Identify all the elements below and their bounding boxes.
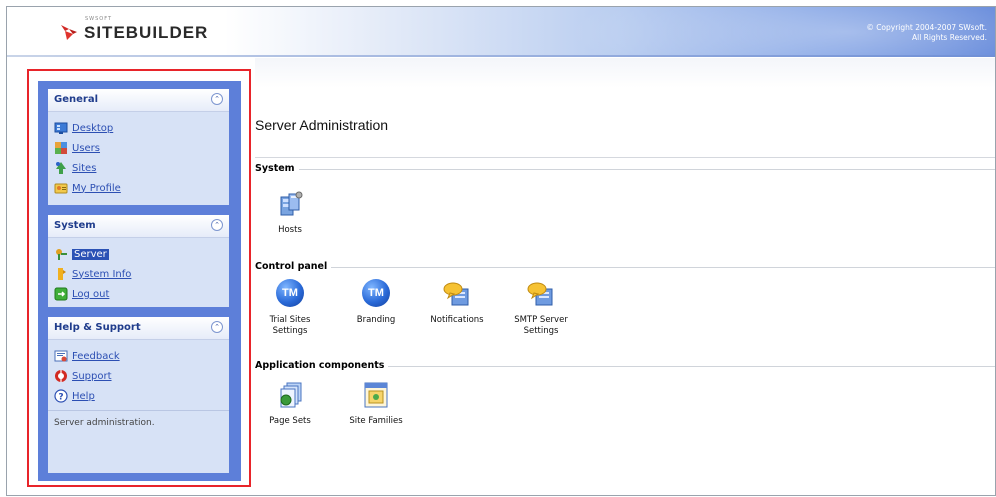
title-divider xyxy=(255,157,995,158)
tm-icon: TM xyxy=(361,279,391,309)
tile-label: Hosts xyxy=(278,225,302,235)
section-control-panel: Control panel TM Trial Sites Settings TM… xyxy=(255,261,995,336)
copyright: © Copyright 2004-2007 SWsoft. All Rights… xyxy=(866,23,987,43)
tile-hosts[interactable]: Hosts xyxy=(255,189,325,236)
site-families-icon xyxy=(361,380,391,410)
smtp-icon xyxy=(526,279,556,309)
tile-label: Site Families xyxy=(349,416,403,426)
logo-text: SITEBUILDER xyxy=(84,23,209,42)
tile-branding[interactable]: TM Branding xyxy=(341,279,411,326)
tile-label: Page Sets xyxy=(269,416,311,426)
sidebar-highlight-outline xyxy=(27,69,251,487)
app-window: SITEBUILDER SWSOFT © Copyright 2004-2007… xyxy=(6,6,996,496)
section-system: System Hosts xyxy=(255,163,995,235)
tm-icon: TM xyxy=(275,279,305,309)
logo-arrow-icon xyxy=(59,21,81,43)
logo-small-text: SWSOFT xyxy=(85,16,113,22)
tile-trial-sites-settings[interactable]: TM Trial Sites Settings xyxy=(255,279,325,337)
tile-label: Branding xyxy=(356,315,396,325)
tile-smtp-server-settings[interactable]: SMTP Server Settings xyxy=(506,279,576,337)
page-title: Server Administration xyxy=(255,117,389,133)
tile-label: Notifications xyxy=(430,315,484,325)
tile-page-sets[interactable]: Page Sets xyxy=(255,380,325,427)
logo: SITEBUILDER xyxy=(59,21,208,43)
section-application-components: Application components Page Sets Site Fa… xyxy=(255,360,995,426)
tile-label: SMTP Server Settings xyxy=(514,315,568,336)
page-sets-icon xyxy=(275,380,305,410)
hosts-icon xyxy=(275,189,305,219)
section-system-title: System xyxy=(255,163,995,175)
section-application-components-title: Application components xyxy=(255,360,995,372)
copyright-line1: © Copyright 2004-2007 SWsoft. xyxy=(866,23,987,32)
tile-notifications[interactable]: Notifications xyxy=(422,279,492,326)
content-top-band xyxy=(255,58,995,88)
tile-label: Trial Sites Settings xyxy=(269,315,311,336)
notifications-icon xyxy=(442,279,472,309)
section-control-panel-title: Control panel xyxy=(255,261,995,273)
header-bar: SITEBUILDER SWSOFT © Copyright 2004-2007… xyxy=(7,7,995,87)
tile-site-families[interactable]: Site Families xyxy=(341,380,411,427)
copyright-line2: All Rights Reserved. xyxy=(911,33,987,42)
